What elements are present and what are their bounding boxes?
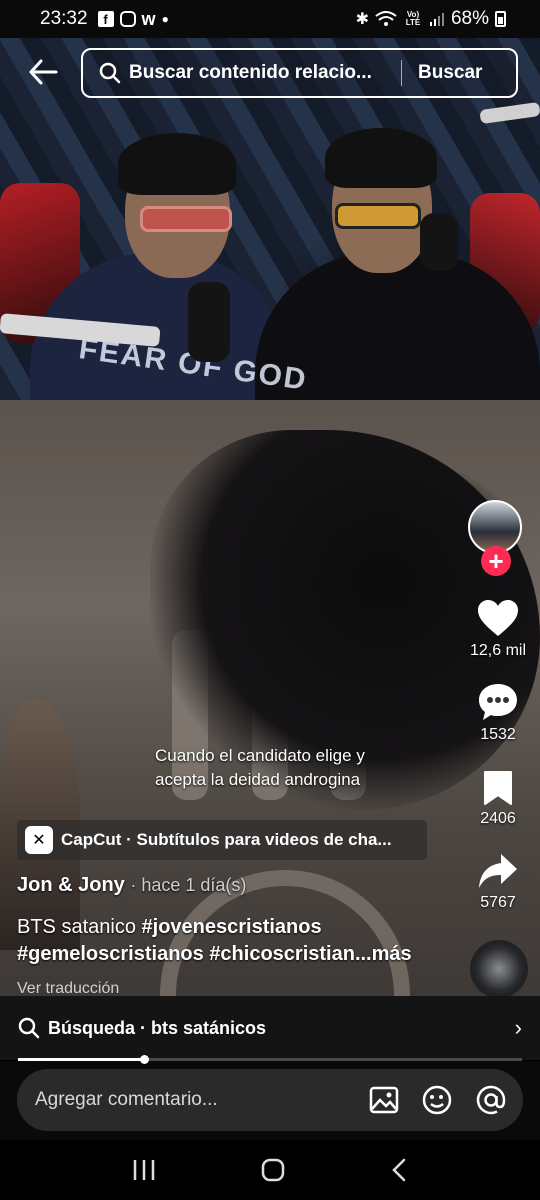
music-disc[interactable] bbox=[470, 940, 528, 998]
signal-icon bbox=[429, 13, 444, 26]
status-time: 23:32 bbox=[40, 8, 88, 29]
progress-fill bbox=[18, 1058, 144, 1061]
back-nav-icon[interactable] bbox=[389, 1157, 409, 1183]
share-button[interactable]: 5767 bbox=[460, 852, 536, 912]
related-search-label: Búsqueda · bts satánicos bbox=[48, 1017, 267, 1038]
video-frame-bottom bbox=[0, 400, 540, 996]
capcut-label: CapCut · Subtítulos para videos de cha..… bbox=[61, 830, 392, 849]
comment-placeholder: Agregar comentario... bbox=[35, 1089, 218, 1110]
post-author[interactable]: Jon & Jony · hace 1 día(s) bbox=[17, 874, 246, 897]
search-icon bbox=[99, 62, 121, 84]
battery-icon bbox=[495, 11, 506, 27]
share-count: 5767 bbox=[480, 894, 516, 911]
video-progress-bar[interactable] bbox=[18, 1055, 522, 1064]
person-left-hair bbox=[118, 133, 236, 195]
emoji-icon[interactable] bbox=[421, 1084, 453, 1116]
more-link[interactable]: más bbox=[372, 943, 412, 965]
wattpad-icon: w bbox=[141, 8, 156, 29]
back-button[interactable] bbox=[26, 55, 60, 89]
dot-icon: ● bbox=[161, 12, 169, 26]
search-button[interactable]: Buscar bbox=[418, 62, 482, 84]
author-name[interactable]: Jon & Jony bbox=[17, 874, 125, 896]
subtitle-line-2: acepta la deidad androgina bbox=[155, 770, 361, 789]
follow-button[interactable]: + bbox=[481, 546, 511, 576]
facebook-icon: f bbox=[97, 11, 114, 27]
home-icon[interactable] bbox=[260, 1157, 286, 1183]
recent-apps-icon[interactable] bbox=[131, 1158, 157, 1182]
hashtag[interactable]: #chicoscristian... bbox=[209, 943, 371, 965]
video-subtitle: Cuando el candidato elige y acepta la de… bbox=[155, 744, 365, 792]
comment-input[interactable]: Agregar comentario... bbox=[17, 1069, 523, 1131]
capcut-icon: ✕ bbox=[25, 826, 53, 854]
share-arrow-icon bbox=[479, 854, 517, 888]
post-caption: BTS satanico #jovenescristianos #gemelos… bbox=[17, 914, 437, 968]
mention-icon[interactable] bbox=[475, 1084, 507, 1116]
bookmark-icon bbox=[484, 771, 512, 805]
system-nav-bar bbox=[0, 1140, 540, 1200]
hashtag[interactable]: #gemeloscristianos bbox=[17, 943, 204, 965]
volte-icon: Vo) LTE bbox=[405, 10, 421, 27]
like-count: 12,6 mil bbox=[469, 642, 527, 659]
comment-button[interactable]: 1532 bbox=[460, 682, 536, 744]
instagram-icon bbox=[119, 11, 136, 27]
microphone-right bbox=[420, 213, 458, 271]
comment-icon bbox=[479, 684, 517, 720]
microphone-left bbox=[188, 282, 230, 362]
mic-arm-right bbox=[479, 101, 540, 125]
comment-bar: Agregar comentario... bbox=[0, 1061, 540, 1140]
caption-text: BTS satanico bbox=[17, 916, 136, 938]
save-button[interactable]: 2406 bbox=[460, 770, 536, 828]
wifi-icon bbox=[375, 11, 397, 26]
chevron-right-icon: › bbox=[514, 1015, 522, 1040]
search-input[interactable]: Buscar contenido relacio... Buscar bbox=[81, 48, 518, 98]
image-icon[interactable] bbox=[369, 1085, 399, 1115]
subtitle-line-1: Cuando el candidato elige y bbox=[155, 746, 365, 765]
save-count: 2406 bbox=[480, 810, 516, 827]
hashtag[interactable]: #jovenescristianos bbox=[142, 916, 322, 938]
related-search-bar[interactable]: Búsqueda · bts satánicos › bbox=[0, 996, 540, 1060]
arrow-left-icon bbox=[29, 59, 58, 85]
red-sunglasses bbox=[140, 206, 232, 232]
search-divider bbox=[401, 60, 402, 86]
person-right-hair bbox=[325, 128, 437, 188]
comment-count: 1532 bbox=[480, 726, 516, 743]
like-button[interactable]: 12,6 mil bbox=[460, 598, 536, 660]
notification-icons: f w ● bbox=[97, 8, 169, 30]
bluetooth-icon: ✱ bbox=[355, 11, 369, 28]
heart-icon bbox=[478, 600, 518, 636]
search-placeholder: Buscar contenido relacio... bbox=[129, 62, 372, 83]
progress-handle[interactable] bbox=[140, 1055, 149, 1064]
battery-percent: 68% bbox=[450, 8, 489, 29]
yellow-sunglasses bbox=[335, 203, 421, 229]
capcut-banner[interactable]: ✕ CapCut · Subtítulos para videos de cha… bbox=[17, 820, 427, 860]
status-bar: 23:32 f w ● ✱ Vo) LTE 68% bbox=[0, 0, 540, 38]
search-icon bbox=[18, 1017, 40, 1039]
post-time: · hace 1 día(s) bbox=[130, 875, 247, 895]
